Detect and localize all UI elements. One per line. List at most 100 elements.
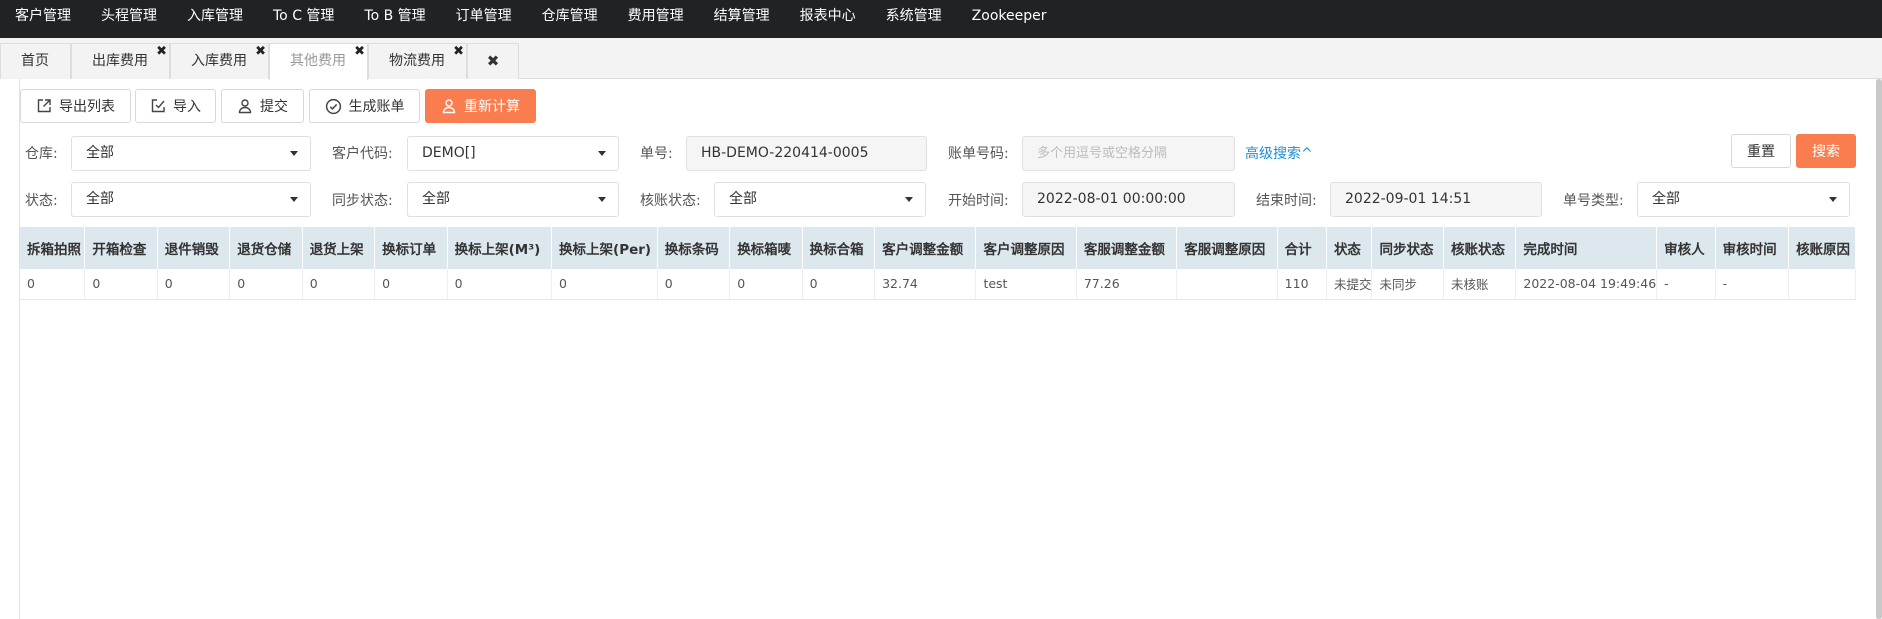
input-value: 2022-09-01 14:51 [1345, 191, 1472, 207]
nav-zookeeper[interactable]: Zookeeper [957, 0, 1062, 38]
column-header[interactable]: 审核人 [1656, 227, 1716, 269]
table-cell: 2022-08-04 19:49:46 [1515, 269, 1658, 300]
column-header[interactable]: 同步状态 [1371, 227, 1444, 269]
column-header[interactable]: 换标条码 [657, 227, 731, 269]
column-header[interactable]: 退件销毁 [157, 227, 231, 269]
table-row[interactable]: 0 0 0 0 0 0 0 0 0 0 0 32.74 test 77.26 110 未提交 未同步 未核账 202… [20, 269, 1856, 300]
scrollbar-thumb[interactable] [1876, 79, 1882, 619]
nav-tob-management[interactable]: To B 管理 [349, 0, 440, 38]
nav-order-management[interactable]: 订单管理 [441, 0, 527, 38]
generate-bill-button[interactable]: 生成账单 [309, 89, 420, 123]
bill-no-label: 账单号码: [948, 146, 1009, 162]
caret-down-icon [598, 151, 606, 156]
column-header[interactable]: 换标订单 [374, 227, 448, 269]
column-header[interactable]: 客户调整原因 [975, 227, 1077, 269]
column-header[interactable]: 换标上架(M³) [447, 227, 553, 269]
nav-report-center[interactable]: 报表中心 [785, 0, 871, 38]
end-time-input[interactable]: 2022-09-01 14:51 [1330, 182, 1542, 217]
search-button[interactable]: 搜索 [1796, 134, 1856, 168]
start-time-label: 开始时间: [948, 193, 1009, 209]
table-cell: - [1656, 269, 1716, 300]
table-cell: 0 [802, 269, 876, 300]
column-header[interactable]: 换标箱唛 [729, 227, 803, 269]
table-cell: 0 [374, 269, 448, 300]
order-type-select[interactable]: 全部 [1637, 182, 1850, 217]
button-label: 导出列表 [59, 99, 115, 115]
column-header[interactable]: 换标合箱 [802, 227, 876, 269]
import-button[interactable]: 导入 [135, 89, 216, 123]
submit-button[interactable]: 提交 [221, 89, 304, 123]
order-type-label: 单号类型: [1563, 193, 1624, 209]
table-cell: 0 [302, 269, 376, 300]
tab-label: 入库费用 [191, 53, 247, 69]
column-header[interactable]: 合计 [1277, 227, 1327, 269]
nav-toc-management[interactable]: To C 管理 [258, 0, 349, 38]
column-header[interactable]: 完成时间 [1515, 227, 1658, 269]
nav-inbound-management[interactable]: 入库管理 [172, 0, 258, 38]
table-cell: 0 [84, 269, 158, 300]
table-cell: test [975, 269, 1077, 300]
table-body: 0 0 0 0 0 0 0 0 0 0 0 32.74 test 77.26 110 未提交 未同步 未核账 202… [20, 269, 1856, 300]
export-icon [37, 99, 51, 113]
table-header-row: 拆箱拍照 开箱检查 退件销毁 退货仓储 退货上架 换标订单 换标上架(M³) 换标上架(Per… [20, 227, 1856, 269]
bill-no-input[interactable]: 多个用逗号或空格分隔 [1022, 136, 1235, 171]
sync-status-select[interactable]: 全部 [407, 182, 619, 217]
status-select[interactable]: 全部 [71, 182, 311, 217]
column-header[interactable]: 退货上架 [302, 227, 376, 269]
order-no-input[interactable]: HB-DEMO-220414-0005 [686, 136, 927, 171]
nav-fee-management[interactable]: 费用管理 [613, 0, 699, 38]
fee-table: 拆箱拍照 开箱检查 退件销毁 退货仓储 退货上架 换标订单 换标上架(M³) 换标上架(Per… [20, 227, 1856, 300]
table-cell [1788, 269, 1856, 300]
column-header[interactable]: 客服调整原因 [1176, 227, 1278, 269]
warehouse-label: 仓库: [25, 146, 58, 162]
close-icon[interactable]: ✖ [255, 43, 266, 61]
nav-settlement-management[interactable]: 结算管理 [699, 0, 785, 38]
nav-customer-management[interactable]: 客户管理 [0, 0, 86, 38]
table-cell [1176, 269, 1278, 300]
advanced-search-link[interactable]: 高级搜索^ [1245, 143, 1313, 163]
table-cell: 77.26 [1076, 269, 1178, 300]
column-header[interactable]: 核账状态 [1443, 227, 1517, 269]
column-header[interactable]: 审核时间 [1715, 227, 1790, 269]
customer-code-select[interactable]: DEMO[] [407, 136, 619, 171]
caret-down-icon [1829, 197, 1837, 202]
column-header[interactable]: 开箱检查 [84, 227, 158, 269]
column-header[interactable]: 客户调整金额 [874, 227, 977, 269]
column-header[interactable]: 客服调整金额 [1076, 227, 1178, 269]
export-list-button[interactable]: 导出列表 [20, 89, 131, 123]
column-header[interactable]: 换标上架(Per) [551, 227, 658, 269]
caret-down-icon [290, 197, 298, 202]
nav-system-management[interactable]: 系统管理 [871, 0, 957, 38]
status-label: 状态: [25, 193, 58, 209]
column-header[interactable]: 核账原因 [1788, 227, 1856, 269]
column-header[interactable]: 状态 [1326, 227, 1373, 269]
check-circle-icon [325, 98, 341, 114]
column-header[interactable]: 退货仓储 [229, 227, 303, 269]
close-icon[interactable]: ✖ [156, 43, 167, 61]
tab-strip: 首页 出库费用 ✖ 入库费用 ✖ 其他费用 ✖ 物流费用 ✖ ✖ [0, 38, 1882, 80]
start-time-input[interactable]: 2022-08-01 00:00:00 [1022, 182, 1235, 217]
tab-inbound-fee[interactable]: 入库费用 ✖ [170, 43, 269, 79]
tab-other-fee[interactable]: 其他费用 ✖ [269, 43, 368, 80]
order-no-label: 单号: [640, 146, 673, 162]
close-icon[interactable]: ✖ [354, 43, 365, 61]
button-label: 生成账单 [348, 99, 405, 115]
check-status-select[interactable]: 全部 [714, 182, 926, 217]
tab-home[interactable]: 首页 [0, 43, 71, 79]
tab-logistics-fee[interactable]: 物流费用 ✖ [368, 43, 467, 79]
column-header[interactable]: 拆箱拍照 [20, 227, 86, 269]
table-cell: 0 [20, 269, 86, 300]
select-value: 全部 [86, 145, 114, 161]
nav-warehouse-management[interactable]: 仓库管理 [527, 0, 613, 38]
close-all-tabs-button[interactable]: ✖ [467, 43, 519, 79]
vertical-scrollbar[interactable] [1876, 79, 1882, 619]
table-cell: 未同步 [1371, 269, 1444, 300]
recalculate-button[interactable]: 重新计算 [425, 89, 536, 123]
tab-outbound-fee[interactable]: 出库费用 ✖ [71, 43, 170, 79]
input-placeholder: 多个用逗号或空格分隔 [1037, 146, 1168, 161]
button-label: 重新计算 [464, 99, 520, 115]
nav-first-leg-management[interactable]: 头程管理 [86, 0, 172, 38]
close-icon[interactable]: ✖ [453, 43, 464, 61]
reset-button[interactable]: 重置 [1731, 134, 1791, 168]
warehouse-select[interactable]: 全部 [71, 136, 311, 171]
